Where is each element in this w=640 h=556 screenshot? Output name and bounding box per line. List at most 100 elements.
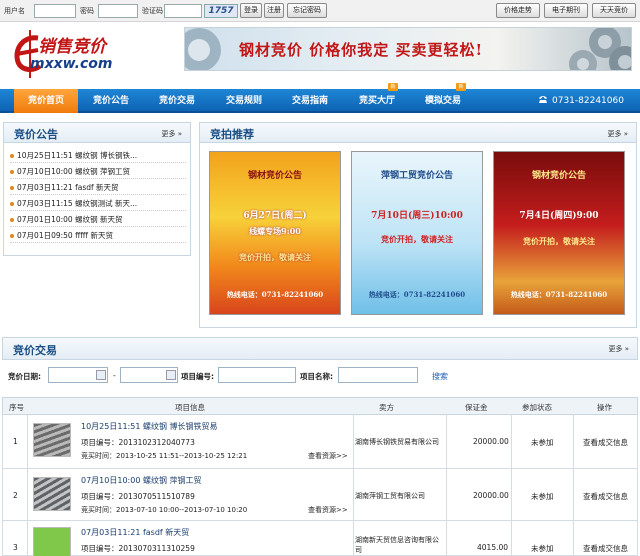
nav-bidding-hall[interactable]: 竞买大厅 — [346, 89, 408, 113]
recommend-more-link[interactable]: 更多 » — [607, 129, 628, 139]
calendar-icon[interactable] — [166, 370, 176, 380]
e-journal-button[interactable]: 电子期刊 — [544, 3, 588, 18]
col-seller: 卖方 — [379, 403, 394, 412]
row-status: 未参加 — [531, 544, 554, 553]
date-separator: - — [113, 371, 116, 380]
nav-announcements[interactable]: 竞价公告 — [80, 89, 142, 113]
announcements-panel: 竞价公告 更多 » 10月25日11:51 螺纹钢 博长钢铁... 07月10日… — [3, 122, 191, 256]
logo-text: 销售竞价 — [38, 37, 106, 57]
row-status: 未参加 — [531, 438, 554, 447]
password-label: 密码 — [80, 7, 94, 15]
row-seller: 湖南新天贸信息咨询有限公司 — [355, 536, 439, 554]
bid-date-label: 竞价日期: — [8, 372, 41, 381]
row-code: 项目编号：2013070311310259 — [81, 544, 195, 553]
username-label: 用户名 — [4, 7, 25, 15]
nav-guide[interactable]: 交易指南 — [278, 89, 342, 113]
trading-title: 竞价交易 — [13, 344, 57, 357]
announcement-item[interactable]: 07月01日10:00 螺纹钢 新天贸 — [10, 213, 186, 227]
row-time: 竞买时间：2013-10-25 11:51--2013-10-25 12:21 — [81, 452, 248, 460]
bullet-icon — [10, 170, 14, 174]
double-chevron-icon: » — [177, 130, 182, 138]
hot-badge-sim: 新 — [456, 83, 466, 91]
table-row: 3 07月03日11:21 fasdf 新天贸 项目编号：20130703113… — [2, 521, 638, 556]
nav-simulation[interactable]: 模拟交易 — [412, 89, 474, 113]
col-status: 参加状态 — [522, 403, 552, 412]
hot-badge-hall: 新 — [388, 83, 398, 91]
announcement-item[interactable]: 07月03日11:21 fasdf 新天贸 — [10, 181, 186, 195]
trading-more-link[interactable]: 更多 » — [608, 344, 629, 354]
auction-poster[interactable]: 钢材竞价公告 6月27日(周二) 线螺专场9:00 竞价开拍，敬请关注 热线电话… — [209, 151, 341, 315]
bullet-icon — [10, 218, 14, 222]
col-deposit: 保证金 — [465, 403, 488, 412]
announcements-title: 竞价公告 — [14, 128, 58, 141]
row-no: 3 — [13, 543, 18, 552]
recommend-title: 竞拍推荐 — [210, 128, 254, 141]
col-no: 序号 — [9, 403, 24, 412]
phone-number: 0731-82241060 — [552, 96, 624, 106]
nav-home[interactable]: 竞价首页 — [14, 89, 78, 113]
product-thumbnail[interactable] — [33, 527, 71, 556]
row-title[interactable]: 10月25日11:51 螺纹钢 博长钢铁贸易 — [81, 421, 218, 432]
table-row: 2 07月10日10:00 螺纹钢 萍钢工贸 项目编号：201307051151… — [2, 469, 638, 521]
row-seller: 湖南萍钢工贸有限公司 — [355, 492, 425, 500]
double-chevron-icon: » — [624, 345, 629, 353]
table-row: 1 10月25日11:51 螺纹钢 博长钢铁贸易 项目编号：2013102312… — [2, 415, 638, 469]
main-nav: 竞价首页 竞价公告 竞价交易 交易规则 交易指南 竞买大厅 新 模拟交易 新 0… — [0, 83, 640, 113]
bullet-icon — [10, 234, 14, 238]
row-title[interactable]: 07月10日10:00 螺纹钢 萍钢工贸 — [81, 475, 202, 486]
calendar-icon[interactable] — [96, 370, 106, 380]
bullet-icon — [10, 202, 14, 206]
row-no: 2 — [13, 491, 18, 500]
daily-bidding-button[interactable]: 天天竞价 — [592, 3, 636, 18]
announcement-item[interactable]: 07月03日11:15 螺纹钢测试 新天... — [10, 197, 186, 211]
bid-date-start-input[interactable] — [48, 367, 108, 383]
username-input[interactable] — [34, 4, 76, 18]
banner-slogan: 钢材竞价 价格你我定 买卖更轻松! — [239, 41, 484, 59]
captcha-image[interactable]: 1757 — [204, 4, 238, 18]
announcement-item[interactable]: 07月10日10:00 螺纹钢 萍钢工贸 — [10, 165, 186, 179]
nav-trading[interactable]: 竞价交易 — [146, 89, 208, 113]
view-deal-link[interactable]: 查看成交信息 — [583, 491, 628, 502]
forgot-password-button[interactable]: 忘记密码 — [287, 3, 327, 18]
trading-table-header: 序号 项目信息 卖方 保证金 参加状态 操作 — [2, 397, 638, 415]
hotline-phone: 0731-82241060 — [538, 89, 624, 113]
price-trend-button[interactable]: 价格走势 — [496, 3, 540, 18]
announcement-item[interactable]: 10月25日11:51 螺纹钢 博长钢铁... — [10, 149, 186, 163]
captcha-input[interactable] — [164, 4, 202, 18]
announcements-more-link[interactable]: 更多 » — [161, 129, 182, 139]
trading-header: 竞价交易 更多 » — [2, 337, 638, 360]
announcement-item[interactable]: 07月01日09:50 fffff 新天贸 — [10, 229, 186, 243]
steel-bar-thumbnail[interactable] — [33, 423, 71, 457]
bullet-icon — [10, 186, 14, 190]
row-code: 项目编号：2013070511510789 — [81, 492, 195, 501]
row-deposit: 4015.00 — [477, 543, 509, 552]
auction-poster[interactable]: 萍钢工贸竞价公告 7月10日(周三)10:00 竞价开拍，敬请关注 热线电话：0… — [351, 151, 483, 315]
header-banner[interactable]: 钢材竞价 价格你我定 买卖更轻松! — [184, 27, 632, 71]
item-name-input[interactable] — [338, 367, 418, 383]
double-chevron-icon: » — [623, 130, 628, 138]
site-logo[interactable]: 销售竞价 mxxw.com — [8, 28, 158, 82]
login-button[interactable]: 登录 — [240, 3, 262, 18]
phone-icon — [539, 96, 547, 103]
col-operation: 操作 — [597, 403, 612, 412]
view-resource-link[interactable]: 查看资源>> — [308, 451, 348, 461]
item-no-input[interactable] — [218, 367, 296, 383]
view-deal-link[interactable]: 查看成交信息 — [583, 543, 628, 554]
view-deal-link[interactable]: 查看成交信息 — [583, 437, 628, 448]
search-button[interactable]: 搜索 — [432, 371, 448, 382]
password-input[interactable] — [98, 4, 138, 18]
top-login-bar: 用户名 密码 验证码 1757 登录 注册 忘记密码 价格走势 电子期刊 天天竞… — [0, 0, 640, 22]
register-button[interactable]: 注册 — [264, 3, 284, 18]
item-name-label: 项目名称: — [300, 372, 333, 381]
announcements-header: 竞价公告 更多 » — [4, 123, 190, 143]
bid-date-end-input[interactable] — [120, 367, 178, 383]
row-status: 未参加 — [531, 492, 554, 501]
steel-bar-thumbnail[interactable] — [33, 477, 71, 511]
row-title[interactable]: 07月03日11:21 fasdf 新天贸 — [81, 527, 189, 538]
nav-rules[interactable]: 交易规则 — [212, 89, 276, 113]
row-deposit: 20000.00 — [473, 491, 509, 500]
row-no: 1 — [13, 437, 18, 446]
auction-poster[interactable]: 钢材竞价公告 7月4日(周四)9:00 竞价开拍，敬请关注 热线电话：0731-… — [493, 151, 625, 315]
view-resource-link[interactable]: 查看资源>> — [308, 505, 348, 515]
row-seller: 湖南博长钢铁贸易有限公司 — [355, 438, 439, 446]
